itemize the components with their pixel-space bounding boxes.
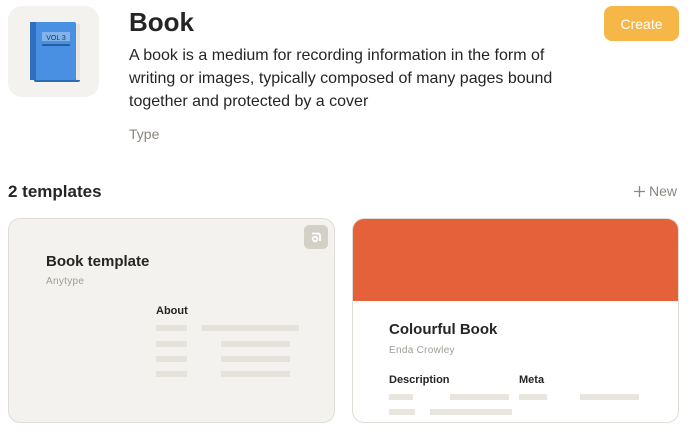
placeholder-line xyxy=(156,371,187,377)
placeholder-line xyxy=(221,341,290,347)
placeholder-line xyxy=(580,394,639,400)
template-field-about: About xyxy=(156,305,188,317)
template-author: Enda Crowley xyxy=(389,345,455,356)
placeholder-line xyxy=(389,409,415,415)
placeholder-line xyxy=(156,341,187,347)
placeholder-line xyxy=(156,356,187,362)
new-template-button[interactable]: New xyxy=(633,183,677,199)
placeholder-line xyxy=(221,356,290,362)
blue-book-icon: VOL 3 xyxy=(29,21,80,82)
template-field-meta: Meta xyxy=(519,374,545,386)
placeholder-line xyxy=(221,371,290,377)
create-button[interactable]: Create xyxy=(604,6,679,41)
plus-icon xyxy=(634,185,645,197)
anytype-logo-icon xyxy=(304,225,328,249)
placeholder-line xyxy=(389,394,413,400)
placeholder-line xyxy=(156,325,187,331)
template-field-description: Description xyxy=(389,374,450,386)
template-author: Anytype xyxy=(46,276,85,287)
template-cover xyxy=(353,219,678,301)
placeholder-line xyxy=(202,325,299,331)
type-description: A book is a medium for recording informa… xyxy=(129,47,553,110)
template-title: Colourful Book xyxy=(389,321,498,338)
book-icon-text: VOL 3 xyxy=(46,35,66,42)
type-icon[interactable]: VOL 3 xyxy=(8,6,99,97)
placeholder-line xyxy=(450,394,509,400)
template-card-book-template[interactable]: Book template Anytype About xyxy=(8,218,335,423)
placeholder-line xyxy=(430,409,512,415)
template-title: Book template xyxy=(46,253,150,270)
new-template-label: New xyxy=(649,183,678,199)
type-label: Type xyxy=(129,126,160,142)
template-card-colourful-book[interactable]: Colourful Book Enda Crowley Description … xyxy=(352,218,679,423)
page-title: Book xyxy=(129,7,194,37)
templates-section-title: 2 templates xyxy=(8,182,102,201)
placeholder-line xyxy=(519,394,547,400)
